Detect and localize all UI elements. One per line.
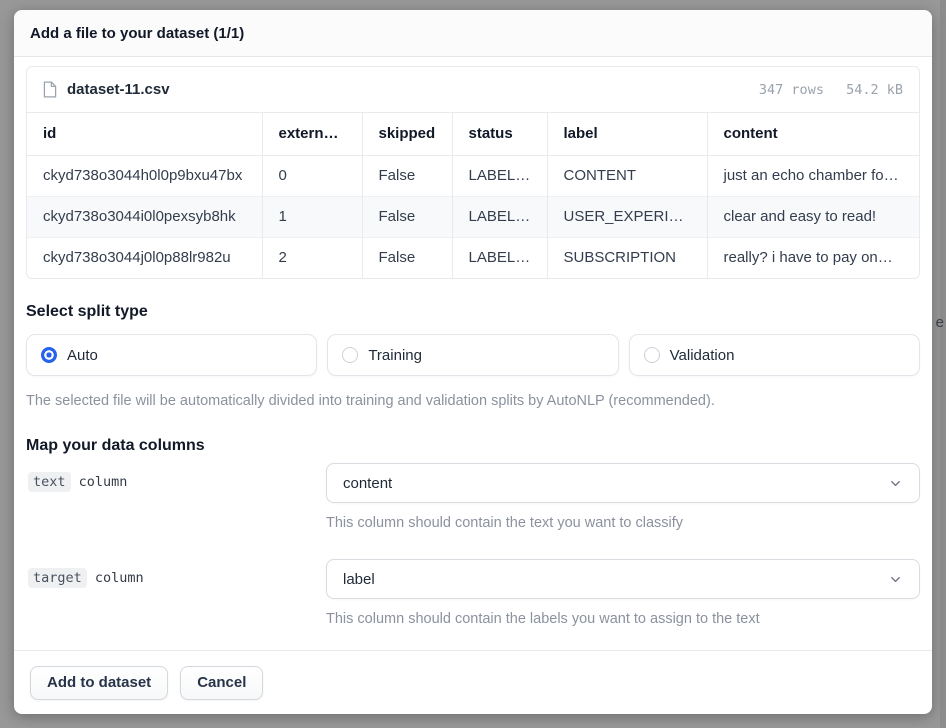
split-option-auto[interactable]: Auto (26, 334, 317, 376)
cancel-button[interactable]: Cancel (180, 666, 263, 700)
cell-label: USER_EXPERIENCE (547, 196, 707, 237)
cell-content: really? i have to pay on… (707, 237, 919, 278)
column-suffix: column (79, 474, 128, 490)
file-icon (43, 81, 57, 98)
modal-header: Add a file to your dataset (1/1) (14, 10, 932, 57)
target-column-helper: This column should contain the labels yo… (326, 611, 920, 627)
modal-title: Add a file to your dataset (1/1) (30, 25, 244, 42)
cell-label: CONTENT (547, 155, 707, 196)
cell-skipped: False (362, 155, 452, 196)
mapping-heading: Map your data columns (26, 437, 920, 455)
data-preview-table: id externalId skipped status label conte… (27, 113, 919, 278)
split-options: Auto Training Validation (26, 334, 920, 376)
text-column-value: content (343, 475, 392, 492)
cell-content: just an echo chamber for… (707, 155, 919, 196)
file-row-count: 347 rows (759, 82, 824, 98)
modal-footer: Add to dataset Cancel (14, 650, 932, 714)
cell-id: ckyd738o3044j0l0p88lr982u (27, 237, 262, 278)
column-header-skipped: skipped (362, 113, 452, 155)
chevron-down-icon (888, 572, 903, 587)
text-column-label: text column (26, 463, 326, 531)
background-stray-text: e (936, 314, 944, 331)
cell-id: ckyd738o3044h0l0p9bxu47bx (27, 155, 262, 196)
radio-unselected-icon[interactable] (342, 347, 358, 363)
cell-content: clear and easy to read! (707, 196, 919, 237)
split-type-heading: Select split type (26, 303, 920, 321)
cell-status: LABELED (452, 237, 547, 278)
cell-id: ckyd738o3044i0l0pexsyb8hk (27, 196, 262, 237)
column-suffix: column (95, 570, 144, 586)
file-stats: 347 rows 54.2 kB (759, 82, 903, 98)
radio-unselected-icon[interactable] (644, 347, 660, 363)
file-bar: dataset-11.csv 347 rows 54.2 kB (27, 67, 919, 113)
text-column-control: content This column should contain the t… (326, 463, 920, 531)
column-header-content: content (707, 113, 919, 155)
target-column-label: target column (26, 559, 326, 627)
target-tag: target (28, 568, 87, 588)
text-tag: text (28, 472, 71, 492)
cell-skipped: False (362, 196, 452, 237)
table-header-row: id externalId skipped status label conte… (27, 113, 919, 155)
split-helper-text: The selected file will be automatically … (26, 393, 920, 409)
column-header-externalid: externalId (262, 113, 362, 155)
split-option-training[interactable]: Training (327, 334, 618, 376)
cell-status: LABELED (452, 196, 547, 237)
cell-externalid: 1 (262, 196, 362, 237)
mapping-row-target: target column label This column should c… (26, 559, 920, 627)
background-scrollbar (940, 0, 946, 728)
table-row: ckyd738o3044h0l0p9bxu47bx 0 False LABELE… (27, 155, 919, 196)
column-header-id: id (27, 113, 262, 155)
text-column-select[interactable]: content (326, 463, 920, 503)
file-name: dataset-11.csv (67, 81, 170, 98)
chevron-down-icon (888, 476, 903, 491)
cell-label: SUBSCRIPTION (547, 237, 707, 278)
table-row: ckyd738o3044j0l0p88lr982u 2 False LABELE… (27, 237, 919, 278)
target-column-select[interactable]: label (326, 559, 920, 599)
split-option-label: Training (368, 347, 422, 364)
table-row: ckyd738o3044i0l0pexsyb8hk 1 False LABELE… (27, 196, 919, 237)
cell-externalid: 0 (262, 155, 362, 196)
modal-body: dataset-11.csv 347 rows 54.2 kB id exter… (14, 57, 932, 650)
cell-skipped: False (362, 237, 452, 278)
mapping-row-text: text column content This column should c… (26, 463, 920, 531)
split-option-label: Auto (67, 347, 98, 364)
column-header-label: label (547, 113, 707, 155)
add-to-dataset-button[interactable]: Add to dataset (30, 666, 168, 700)
target-column-control: label This column should contain the lab… (326, 559, 920, 627)
column-header-status: status (452, 113, 547, 155)
split-option-label: Validation (670, 347, 735, 364)
cell-status: LABELED (452, 155, 547, 196)
add-file-modal: Add a file to your dataset (1/1) dataset… (14, 10, 932, 714)
file-size: 54.2 kB (846, 82, 903, 98)
split-option-validation[interactable]: Validation (629, 334, 920, 376)
cell-externalid: 2 (262, 237, 362, 278)
text-column-helper: This column should contain the text you … (326, 515, 920, 531)
radio-selected-icon[interactable] (41, 347, 57, 363)
target-column-value: label (343, 571, 375, 588)
file-preview-card: dataset-11.csv 347 rows 54.2 kB id exter… (26, 66, 920, 279)
